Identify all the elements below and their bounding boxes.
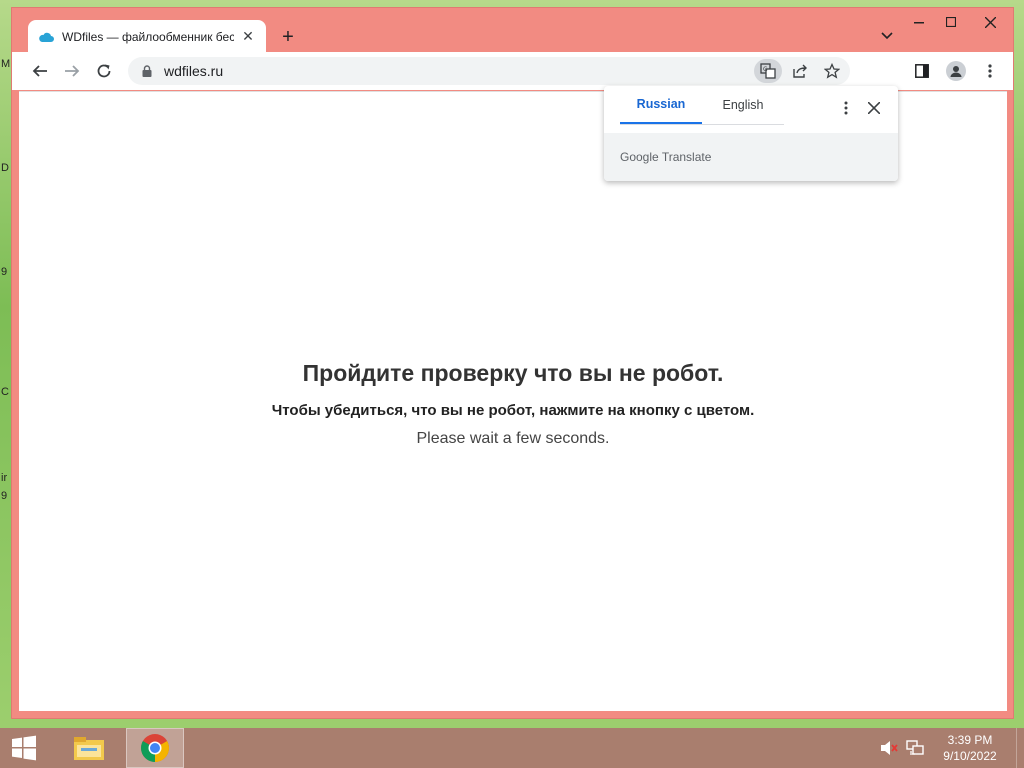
taskbar-clock[interactable]: 3:39 PM 9/10/2022 <box>930 732 1010 764</box>
translate-icon[interactable]: G <box>754 59 782 83</box>
page-title: Пройдите проверку что вы не робот. <box>302 360 724 386</box>
forward-button[interactable] <box>56 55 88 87</box>
toolbar-right <box>907 55 1005 87</box>
browser-toolbar: wdfiles.ru G <box>12 52 1013 90</box>
maximize-button[interactable] <box>935 8 967 36</box>
desktop-edge-text: M <box>1 58 11 70</box>
windows-logo-icon <box>12 735 36 761</box>
tab-english[interactable]: English <box>702 86 784 124</box>
wait-message: Please wait a few seconds. <box>416 430 610 447</box>
instruction-text: Чтобы убедиться, что вы не робот, нажмит… <box>271 402 755 419</box>
desktop-edge-text: C <box>1 386 9 398</box>
tab-russian[interactable]: Russian <box>620 86 702 124</box>
tab-close-icon[interactable]: ✕ <box>240 28 256 45</box>
window-close-button[interactable] <box>967 8 1013 36</box>
url-text: wdfiles.ru <box>164 63 224 79</box>
tab-search-chevron-icon[interactable] <box>877 26 897 46</box>
side-panel-icon[interactable] <box>907 55 937 87</box>
tab-title: WDfiles — файлообменник бес <box>62 29 234 44</box>
desktop-edge-text: 9 <box>1 266 8 278</box>
profile-button[interactable] <box>941 55 971 87</box>
page-content: Пройдите проверку что вы не робот. Чтобы… <box>19 91 1007 711</box>
omnibox-actions: G <box>754 59 846 83</box>
desktop-edge-text: D <box>1 162 9 174</box>
lock-icon[interactable] <box>140 64 154 78</box>
avatar-icon <box>946 61 966 81</box>
translate-footer: Google Translate <box>604 133 898 181</box>
bookmark-star-icon[interactable] <box>818 59 846 83</box>
start-button[interactable] <box>0 728 48 768</box>
share-icon[interactable] <box>786 59 814 83</box>
address-bar[interactable]: wdfiles.ru G <box>128 57 850 85</box>
desktop-edge-text: ir <box>1 472 8 484</box>
clock-date: 9/10/2022 <box>943 749 997 763</box>
chrome-taskbar-button[interactable] <box>126 728 184 768</box>
browser-tab[interactable]: WDfiles — файлообменник бес ✕ <box>28 20 266 53</box>
translate-close-icon[interactable] <box>864 98 884 118</box>
tabs-divider <box>620 124 784 125</box>
system-tray: 3:39 PM 9/10/2022 <box>878 728 1024 768</box>
show-desktop-button[interactable] <box>1016 728 1024 768</box>
new-tab-button[interactable]: + <box>276 25 300 49</box>
window-controls <box>903 8 1013 36</box>
reload-button[interactable] <box>88 55 120 87</box>
file-explorer-button[interactable] <box>60 728 118 768</box>
cloud-favicon-icon <box>38 29 54 45</box>
translate-language-tabs: Russian English <box>620 86 784 124</box>
svg-text:G: G <box>763 66 768 73</box>
menu-kebab-icon[interactable] <box>975 55 1005 87</box>
clock-time: 3:39 PM <box>947 733 993 747</box>
network-icon[interactable] <box>904 737 926 759</box>
back-button[interactable] <box>24 55 56 87</box>
translate-more-icon[interactable] <box>838 100 854 116</box>
volume-muted-icon[interactable] <box>878 737 900 759</box>
google-translate-brand: Google Translate <box>620 150 712 164</box>
minimize-button[interactable] <box>903 8 935 36</box>
tab-strip: WDfiles — файлообменник бес ✕ + <box>12 8 1013 53</box>
taskbar: 3:39 PM 9/10/2022 <box>0 728 1024 768</box>
desktop-edge-text: 9 <box>1 490 8 502</box>
translate-popup: Russian English Google Translate <box>604 86 898 181</box>
folder-icon <box>74 737 104 760</box>
chrome-icon <box>141 734 169 762</box>
